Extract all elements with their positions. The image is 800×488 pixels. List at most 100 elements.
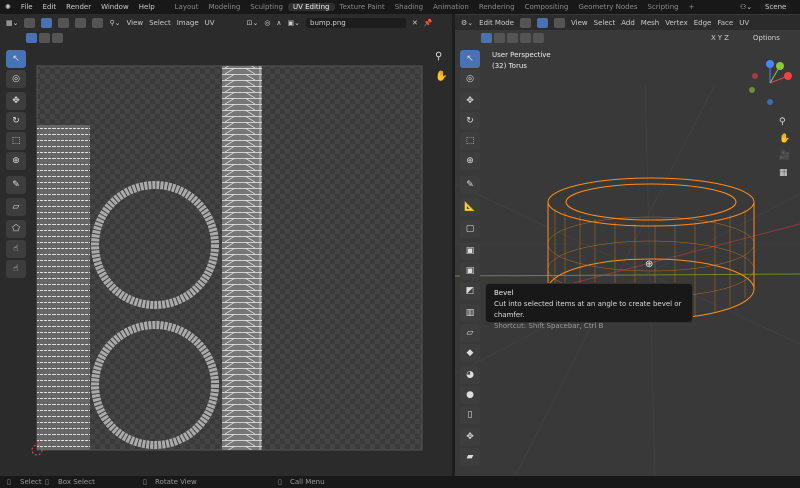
blender-logo-icon[interactable]: ✺: [0, 3, 16, 11]
poly-build-tool[interactable]: ◆: [460, 344, 480, 362]
menu-mesh[interactable]: Mesh: [641, 19, 659, 27]
status-select: Select: [20, 478, 42, 486]
top-bar: ✺ File Edit Render Window Help Layout Mo…: [0, 0, 800, 14]
mirror-axis-z[interactable]: Z: [724, 34, 729, 42]
scale-tool[interactable]: ⬚: [6, 132, 26, 150]
pinch-tool[interactable]: ☝: [6, 240, 26, 258]
uv-island-strip: [37, 125, 90, 450]
mirror-axis-y[interactable]: Y: [718, 34, 722, 42]
menu-edge[interactable]: Edge: [694, 19, 712, 27]
status-bar: ▯ Select ▯ Box Select ▯ Rotate View ▯ Ca…: [0, 476, 800, 488]
tab-texture-paint[interactable]: Texture Paint: [335, 3, 390, 11]
mouse-middle-icon: ▯: [143, 478, 147, 486]
move-tool[interactable]: ✥: [6, 92, 26, 110]
navigation-gizmo[interactable]: [745, 58, 795, 108]
menu-edit[interactable]: Edit: [38, 3, 62, 11]
rotate-tool[interactable]: ↻: [460, 112, 480, 130]
menu-uv[interactable]: UV: [739, 19, 749, 27]
face-mode-button[interactable]: [554, 17, 565, 28]
select-mode-new[interactable]: [481, 32, 492, 43]
cursor-tool[interactable]: ◎: [460, 70, 480, 88]
status-box-select: Box Select: [58, 478, 95, 486]
select-mode-invert[interactable]: [520, 32, 531, 43]
menu-render[interactable]: Render: [61, 3, 96, 11]
tab-rendering[interactable]: Rendering: [474, 3, 520, 11]
pan-hand-icon[interactable]: ✋: [779, 131, 790, 148]
tab-modeling[interactable]: Modeling: [203, 3, 245, 11]
mirror-axis-x[interactable]: X: [711, 34, 716, 42]
select-mode-intersect[interactable]: [533, 32, 544, 43]
tab-sculpting[interactable]: Sculpting: [245, 3, 288, 11]
bevel-tool[interactable]: ◩: [460, 282, 480, 300]
shear-tool[interactable]: ▰: [460, 448, 480, 466]
transform-tool[interactable]: ⊕: [460, 152, 480, 170]
tab-shading[interactable]: Shading: [390, 3, 428, 11]
3d-viewport: ⚙⌄ Edit Mode View Select Add Mesh Vertex…: [455, 14, 800, 476]
add-workspace-button[interactable]: +: [684, 3, 700, 11]
relax-tool[interactable]: ⬠: [6, 220, 26, 238]
tab-scripting[interactable]: Scripting: [643, 3, 684, 11]
measure-tool[interactable]: 📐: [460, 198, 480, 216]
rotate-tool[interactable]: ↻: [6, 112, 26, 130]
pan-hand-icon[interactable]: ✋: [435, 69, 447, 82]
edge-mode-button[interactable]: [537, 17, 548, 28]
tooltip: Bevel Cut into selected items at an angl…: [485, 283, 693, 330]
annotate-tool[interactable]: ✎: [6, 176, 26, 194]
select-tool[interactable]: ↖: [460, 50, 480, 68]
mouse-left-icon: ▯: [7, 478, 11, 486]
select-mode-subtract[interactable]: [507, 32, 518, 43]
loop-cut-tool[interactable]: ▥: [460, 304, 480, 322]
tab-layout[interactable]: Layout: [170, 3, 204, 11]
tooltip-description: Cut into selected items at an angle to c…: [494, 300, 682, 319]
shrink-fatten-tool[interactable]: ✥: [460, 428, 480, 446]
add-cube-tool[interactable]: ▢: [460, 220, 480, 238]
menu-vertex[interactable]: Vertex: [665, 19, 688, 27]
annotate-tool[interactable]: ✎: [460, 176, 480, 194]
zoom-icon[interactable]: ⚲: [435, 51, 442, 62]
mode-selector[interactable]: Edit Mode: [479, 19, 514, 27]
status-call-menu: Call Menu: [290, 478, 325, 486]
tab-compositing[interactable]: Compositing: [520, 3, 574, 11]
extrude-tool[interactable]: ▣: [460, 242, 480, 260]
rip-tool[interactable]: ☝: [6, 260, 26, 278]
select-tool[interactable]: ↖: [6, 50, 26, 68]
tab-uv-editing[interactable]: UV Editing: [287, 3, 335, 11]
menu-add[interactable]: Add: [621, 19, 635, 27]
editor-type-icon[interactable]: ⚙⌄: [461, 19, 473, 27]
tab-geometry-nodes[interactable]: Geometry Nodes: [573, 3, 642, 11]
scene-field[interactable]: Scene: [760, 3, 790, 11]
menu-help[interactable]: Help: [134, 3, 160, 11]
uv-island-column: [222, 66, 262, 450]
scale-tool[interactable]: ⬚: [460, 132, 480, 150]
vertex-mode-button[interactable]: [520, 17, 531, 28]
options-dropdown[interactable]: Options: [753, 34, 780, 42]
menu-file[interactable]: File: [16, 3, 38, 11]
viewport-canvas[interactable]: ⊕: [455, 44, 800, 476]
3d-cursor-icon[interactable]: ⊕: [645, 259, 653, 270]
menu-face[interactable]: Face: [717, 19, 733, 27]
grab-tool[interactable]: ▱: [6, 198, 26, 216]
knife-tool[interactable]: ▱: [460, 324, 480, 342]
edge-slide-tool[interactable]: ▯: [460, 406, 480, 424]
mouse-drag-icon: ▯: [45, 478, 49, 486]
tooltip-shortcut: Shortcut: Shift Spacebar, Ctrl B: [494, 322, 604, 330]
menu-window[interactable]: Window: [96, 3, 134, 11]
inset-tool[interactable]: ▣: [460, 262, 480, 280]
uv-canvas[interactable]: ⚲ ✋: [0, 14, 452, 476]
uv-editor: ▦⌄ ⚲⌄ View Select Image UV ⊡⌄ ◎ ∧ ▣⌄ bum…: [0, 14, 452, 476]
transform-tool[interactable]: ⊕: [6, 152, 26, 170]
spin-tool[interactable]: ◕: [460, 366, 480, 384]
y-axis-line: [455, 273, 800, 277]
grid-icon[interactable]: ▦: [779, 165, 790, 182]
menu-view[interactable]: View: [571, 19, 588, 27]
scene-selector-icon[interactable]: ⚇⌄: [735, 3, 757, 11]
smooth-tool[interactable]: ●: [460, 386, 480, 404]
menu-select[interactable]: Select: [594, 19, 616, 27]
move-tool[interactable]: ✥: [460, 92, 480, 110]
zoom-icon[interactable]: ⚲: [779, 114, 790, 131]
camera-icon[interactable]: 🎥: [779, 148, 790, 165]
cursor-tool[interactable]: ◎: [6, 70, 26, 88]
tab-animation[interactable]: Animation: [428, 3, 474, 11]
mouse-right-icon: ▯: [278, 478, 282, 486]
select-mode-extend[interactable]: [494, 32, 505, 43]
